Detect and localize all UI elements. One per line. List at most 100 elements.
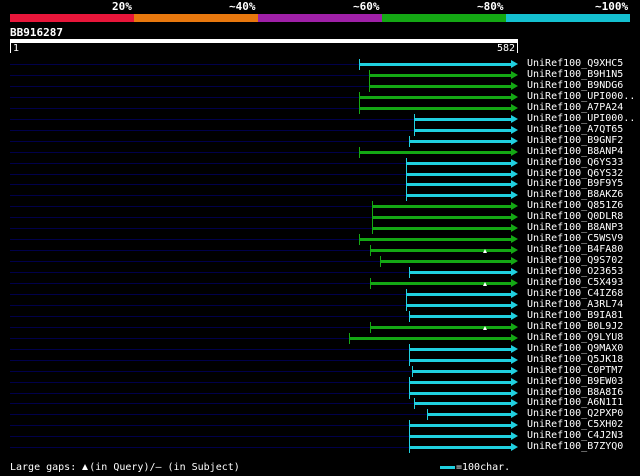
hit-baseline xyxy=(10,293,407,295)
hit-baseline xyxy=(10,337,349,339)
hit-arrow-icon xyxy=(511,289,518,298)
hit-alignment-bar[interactable] xyxy=(414,128,512,132)
hit-baseline xyxy=(10,239,360,241)
hit-arrow-icon xyxy=(511,279,518,287)
hit-alignment-bar[interactable] xyxy=(359,95,512,99)
hit-alignment-bar[interactable] xyxy=(372,227,512,231)
hit-arrow-icon xyxy=(511,355,518,364)
hit-alignment-bar[interactable] xyxy=(408,347,512,351)
hit-baseline xyxy=(10,283,370,284)
hit-arrow-icon xyxy=(511,169,518,178)
scale-legend-text: =100char. xyxy=(456,462,511,473)
hit-arrow-icon xyxy=(511,180,518,189)
hit-alignment-bar[interactable] xyxy=(414,117,512,121)
hit-alignment-bar[interactable] xyxy=(408,391,512,395)
hit-alignment-bar[interactable] xyxy=(427,413,512,417)
hit-baseline xyxy=(10,107,360,109)
hit-label-link[interactable]: UniRef100_B7ZYQ0 xyxy=(527,441,623,453)
hit-arrow-icon xyxy=(511,246,518,255)
hit-arrow-icon xyxy=(511,333,518,342)
hit-alignment-bar[interactable] xyxy=(408,424,512,428)
hit-alignment-bar[interactable] xyxy=(369,325,512,329)
hit-baseline xyxy=(10,85,369,87)
hit-alignment-bar[interactable] xyxy=(359,106,512,110)
hit-arrow-icon xyxy=(511,399,518,408)
hit-arrow-icon xyxy=(511,114,518,123)
query-bar xyxy=(10,39,518,43)
hit-baseline xyxy=(10,359,409,361)
hit-alignment-bar[interactable] xyxy=(359,150,512,154)
hit-baseline xyxy=(10,425,409,427)
hit-alignment-bar[interactable] xyxy=(406,161,512,165)
identity-segment-100 xyxy=(506,14,630,22)
hit-arrow-icon xyxy=(511,388,518,397)
hit-arrow-icon xyxy=(511,311,518,320)
hit-baseline xyxy=(10,151,360,153)
hit-alignment-bar[interactable] xyxy=(408,314,512,318)
hit-alignment-bar[interactable] xyxy=(406,172,512,176)
hit-arrow-icon xyxy=(511,443,518,452)
hit-arrow-icon xyxy=(511,377,518,386)
hit-alignment-bar[interactable] xyxy=(369,249,512,253)
hit-alignment-bar[interactable] xyxy=(408,435,512,439)
hit-baseline xyxy=(10,96,360,98)
hit-arrow-icon xyxy=(511,366,518,375)
hit-arrow-icon xyxy=(511,158,518,167)
hit-alignment-bar[interactable] xyxy=(406,183,512,187)
hit-baseline xyxy=(10,436,409,438)
query-end-tick xyxy=(517,43,518,53)
hit-alignment-bar[interactable] xyxy=(406,292,512,296)
hit-alignment-bar[interactable] xyxy=(368,84,512,88)
hit-baseline xyxy=(10,304,407,306)
hit-baseline xyxy=(10,326,370,328)
hit-row[interactable]: UniRef100_B7ZYQ0 xyxy=(0,441,640,454)
hit-arrow-icon xyxy=(511,268,518,276)
hit-baseline xyxy=(10,195,407,197)
identity-label-80: ~80% xyxy=(477,0,504,13)
hit-baseline xyxy=(10,173,407,175)
gaps-legend-text: (in Query)/— (in Subject) xyxy=(89,462,240,473)
hit-alignment-bar[interactable] xyxy=(348,336,512,340)
query-gap-icon xyxy=(482,282,487,286)
hit-alignment-bar[interactable] xyxy=(359,238,512,242)
hit-baseline xyxy=(10,348,409,350)
hit-baseline xyxy=(10,162,407,164)
identity-label-100: ~100% xyxy=(595,0,629,13)
hit-alignment-bar[interactable] xyxy=(408,380,512,384)
hit-alignment-bar[interactable] xyxy=(372,216,512,220)
hit-arrow-icon xyxy=(511,344,518,353)
hit-arrow-icon xyxy=(511,421,518,430)
hit-alignment-bar[interactable] xyxy=(408,271,512,274)
hit-arrow-icon xyxy=(511,202,518,211)
identity-segment-40 xyxy=(134,14,258,22)
hit-arrow-icon xyxy=(511,213,518,222)
hit-baseline xyxy=(10,414,428,416)
hit-baseline xyxy=(10,381,409,383)
hit-alignment-bar[interactable] xyxy=(406,194,512,198)
hit-arrow-icon xyxy=(511,81,518,90)
hit-alignment-bar[interactable] xyxy=(406,303,512,307)
hit-alignment-bar[interactable] xyxy=(359,63,512,66)
identity-segment-60 xyxy=(258,14,382,22)
hit-arrow-icon xyxy=(511,92,518,101)
hit-alignment-bar[interactable] xyxy=(412,369,512,373)
hit-alignment-bar[interactable] xyxy=(408,139,512,143)
hit-arrow-icon xyxy=(511,410,518,419)
hit-arrow-icon xyxy=(511,322,518,331)
hit-baseline xyxy=(10,118,415,120)
hit-alignment-bar[interactable] xyxy=(408,446,512,450)
hit-alignment-bar[interactable] xyxy=(369,282,512,285)
hit-alignment-bar[interactable] xyxy=(368,74,512,77)
hit-alignment-bar[interactable] xyxy=(408,358,512,362)
hit-alignment-bar[interactable] xyxy=(380,260,512,264)
query-gap-icon xyxy=(482,249,487,254)
hit-baseline xyxy=(10,250,370,252)
hit-alignment-bar[interactable] xyxy=(372,205,512,209)
hit-alignment-bar[interactable] xyxy=(414,402,512,406)
hit-baseline xyxy=(10,261,381,263)
hit-baseline xyxy=(10,447,409,449)
hit-arrow-icon xyxy=(511,136,518,145)
hit-arrow-icon xyxy=(511,71,518,79)
hit-arrow-icon xyxy=(511,432,518,441)
identity-label-60: ~60% xyxy=(353,0,380,13)
